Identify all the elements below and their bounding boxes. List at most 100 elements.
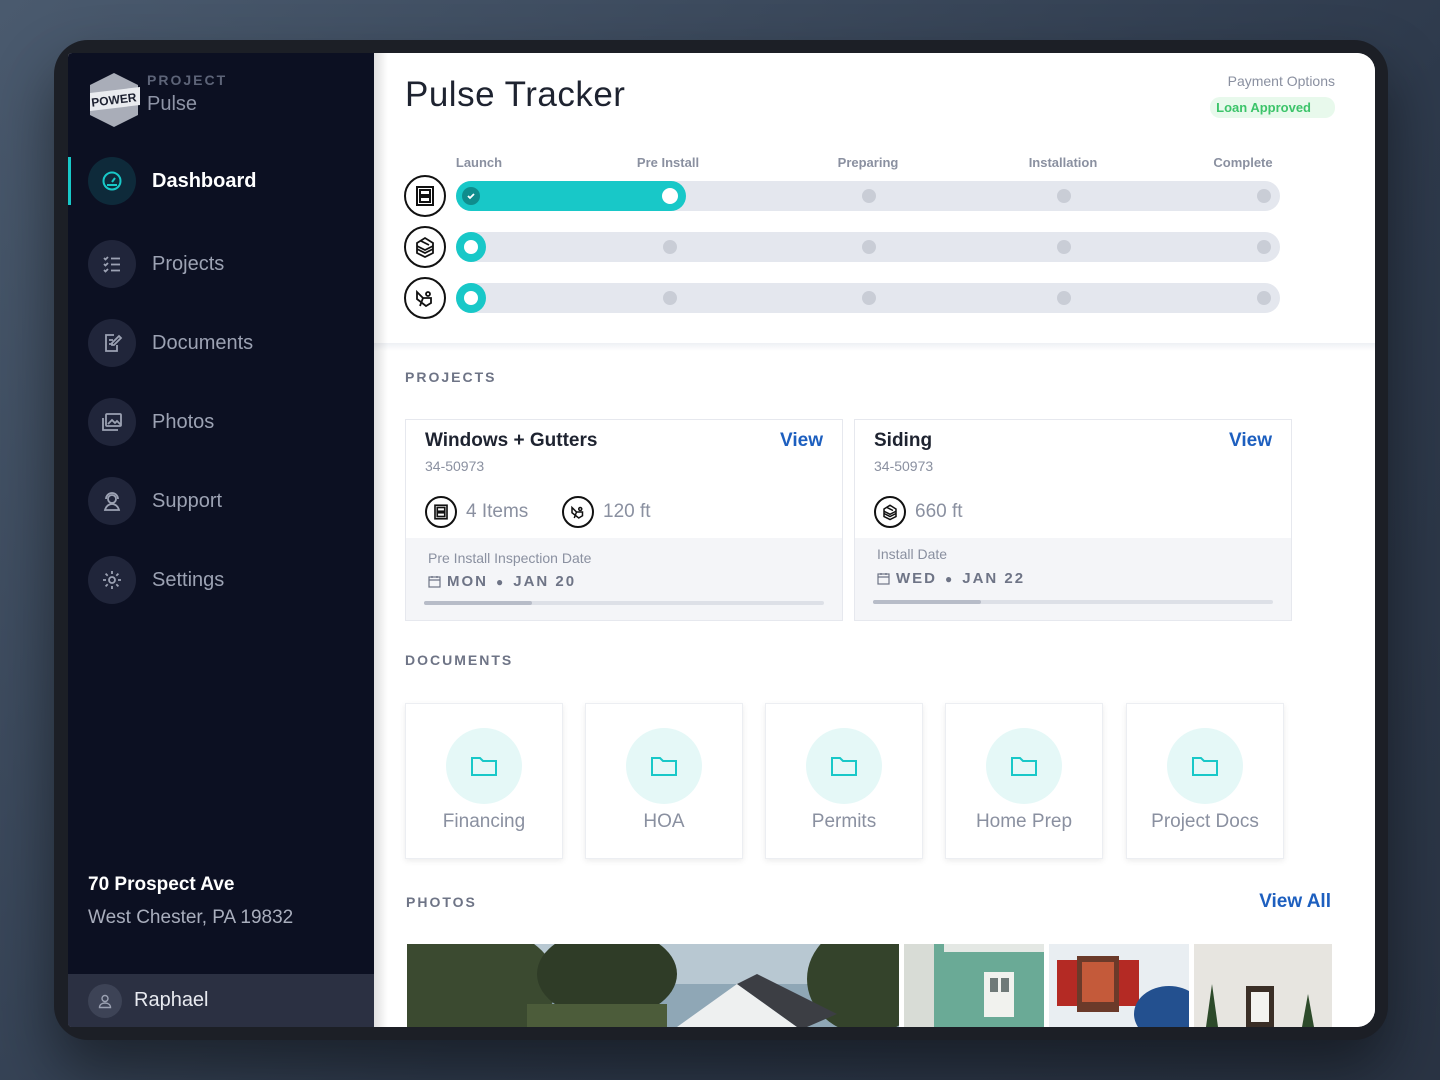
documents-heading: DOCUMENTS <box>405 652 514 668</box>
section-divider <box>374 343 1375 351</box>
tracker-dot <box>862 189 876 203</box>
project-title: Windows + Gutters <box>425 430 598 451</box>
project-card: Windows + Gutters View 34-50973 4 Items … <box>405 419 843 621</box>
gear-icon <box>88 556 136 604</box>
view-project-link[interactable]: View <box>1229 430 1272 452</box>
sidebar-item-support[interactable]: Support <box>68 470 374 532</box>
date-date: JAN 22 <box>962 570 1026 587</box>
sidebar-item-settings[interactable]: Settings <box>68 549 374 611</box>
address-city: West Chester, PA 19832 <box>88 907 294 928</box>
calendar-icon <box>877 573 890 585</box>
tracker-fill <box>456 181 686 211</box>
photos-heading: PHOTOS <box>406 894 477 910</box>
checklist-icon <box>88 240 136 288</box>
tracker-dot <box>862 240 876 254</box>
sidebar-item-projects[interactable]: Projects <box>68 233 374 295</box>
gutter-icon <box>404 277 446 319</box>
project-date-panel: Install Date WED ● JAN 22 <box>855 538 1291 620</box>
tracker-dot <box>1057 189 1071 203</box>
stage-label-complete: Complete <box>1213 155 1273 170</box>
folder-label: Financing <box>442 811 526 832</box>
folder-icon <box>626 728 702 804</box>
date-label: Install Date <box>877 546 948 562</box>
gutter-icon <box>562 496 594 528</box>
sidebar-item-label: Support <box>152 489 223 512</box>
project-id: 34-50973 <box>425 458 485 474</box>
sidebar-item-label: Photos <box>152 410 215 433</box>
dashboard-gauge-icon <box>88 157 136 205</box>
sidebar-item-label: Documents <box>152 331 254 354</box>
stage-label-pre-install: Pre Install <box>636 155 700 170</box>
page-title: Pulse Tracker <box>405 75 626 114</box>
sidebar: POWER PROJECT Pulse Dashboard Projects D… <box>68 53 374 1027</box>
tracker-dot <box>1257 240 1271 254</box>
date-day: WED <box>896 570 937 587</box>
date-date: JAN 20 <box>513 573 577 590</box>
photo-thumbnail[interactable] <box>1049 944 1189 1027</box>
sidebar-item-documents[interactable]: Documents <box>68 312 374 374</box>
folder-icon <box>986 728 1062 804</box>
brand-kicker: PROJECT <box>147 72 228 88</box>
tracker-dot <box>1057 240 1071 254</box>
project-date-panel: Pre Install Inspection Date MON ● JAN 20 <box>406 538 842 620</box>
folder-permits[interactable]: Permits <box>765 703 923 859</box>
sidebar-shadow <box>374 53 388 1027</box>
folder-label: Home Prep <box>975 811 1073 832</box>
status-badge: Loan Approved <box>1210 97 1335 118</box>
folder-icon <box>446 728 522 804</box>
sidebar-item-label: Settings <box>152 568 225 591</box>
support-agent-icon <box>88 477 136 525</box>
tracker-dot <box>663 240 677 254</box>
photo-thumbnail[interactable] <box>904 944 1044 1027</box>
folder-label: Project Docs <box>1151 811 1259 832</box>
document-edit-icon <box>88 319 136 367</box>
sidebar-item-photos[interactable]: Photos <box>68 391 374 453</box>
stage-label-installation: Installation <box>1028 155 1098 170</box>
photo-thumbnail[interactable] <box>1194 944 1332 1027</box>
folder-label: HOA <box>643 811 685 832</box>
project-card: Siding View 34-50973 660 ft Install Date… <box>854 419 1292 621</box>
tracker-dot <box>862 291 876 305</box>
folder-label: Permits <box>811 811 877 832</box>
view-all-photos-link[interactable]: View All <box>1259 891 1331 913</box>
project-stat-value: 4 Items <box>466 501 529 522</box>
photo-gallery-icon <box>88 398 136 446</box>
window-icon <box>425 496 457 528</box>
folder-home-prep[interactable]: Home Prep <box>945 703 1103 859</box>
folder-financing[interactable]: Financing <box>405 703 563 859</box>
tracker-progress-siding <box>456 232 1280 262</box>
date-label: Pre Install Inspection Date <box>428 550 592 566</box>
tracker-dot <box>1057 291 1071 305</box>
check-icon <box>462 187 480 205</box>
tracker-current-dot <box>456 283 486 313</box>
project-title: Siding <box>874 430 933 451</box>
date-day: MON <box>447 573 488 590</box>
power-logo-icon: POWER <box>90 73 140 127</box>
project-stat-value: 120 ft <box>603 501 651 522</box>
stage-label-preparing: Preparing <box>837 155 899 170</box>
brand-name: Pulse <box>147 93 198 115</box>
progress-bar <box>424 601 824 605</box>
photo-thumbnail[interactable] <box>407 944 899 1027</box>
view-project-link[interactable]: View <box>780 430 823 452</box>
project-stat: 660 ft <box>874 496 963 528</box>
sidebar-item-dashboard[interactable]: Dashboard <box>68 150 374 212</box>
siding-icon <box>404 226 446 268</box>
user-menu[interactable]: Raphael <box>68 974 374 1027</box>
folder-hoa[interactable]: HOA <box>585 703 743 859</box>
stage-label-launch: Launch <box>455 155 503 170</box>
date-value: WED ● JAN 22 <box>877 570 1025 587</box>
user-name: Raphael <box>134 989 209 1011</box>
date-value: MON ● JAN 20 <box>428 573 576 590</box>
folder-project-docs[interactable]: Project Docs <box>1126 703 1284 859</box>
window-icon <box>404 175 446 217</box>
siding-icon <box>874 496 906 528</box>
calendar-icon <box>428 576 441 588</box>
tracker-dot <box>1257 291 1271 305</box>
project-stat-value: 660 ft <box>915 501 963 522</box>
tracker-dot <box>1257 189 1271 203</box>
project-id: 34-50973 <box>874 458 934 474</box>
app-screen: POWER PROJECT Pulse Dashboard Projects D… <box>68 53 1375 1027</box>
address-street: 70 Prospect Ave <box>88 874 235 895</box>
payment-options-link[interactable]: Payment Options <box>1228 73 1335 89</box>
